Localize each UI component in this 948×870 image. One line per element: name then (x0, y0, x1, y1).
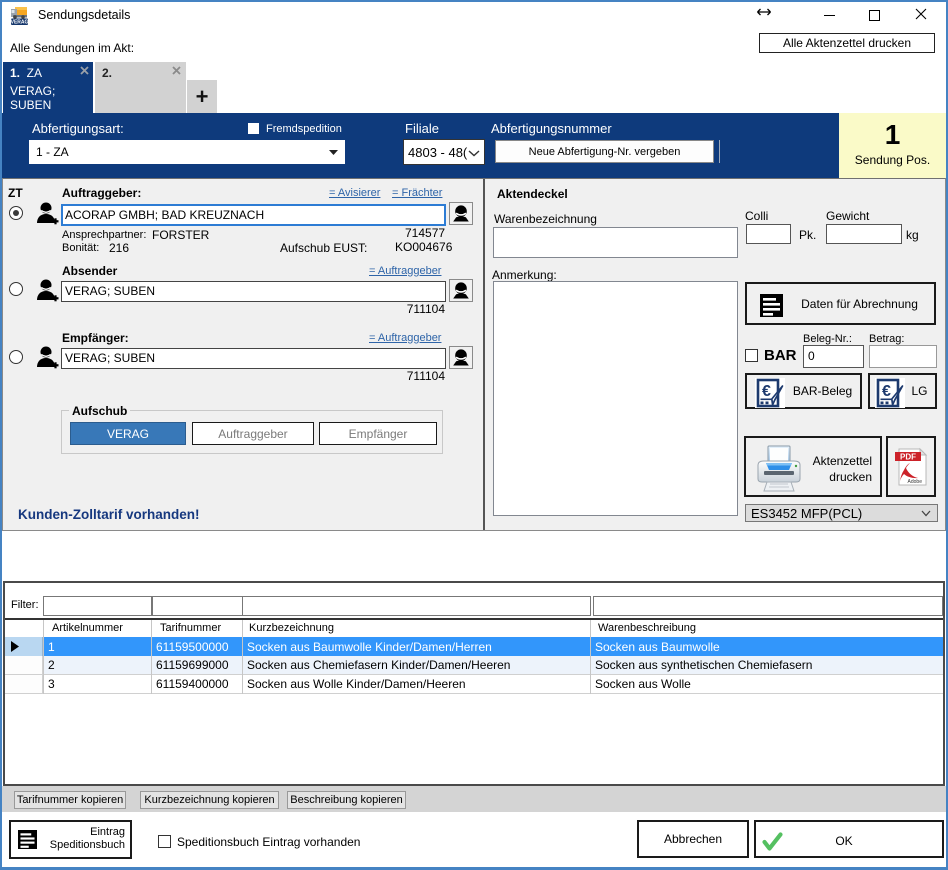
svg-text:€: € (882, 383, 891, 400)
svg-text:Adobe: Adobe (908, 479, 923, 485)
svg-text:VERAG: VERAG (11, 20, 29, 26)
svg-text:€: € (762, 383, 771, 400)
svg-text:PDF: PDF (900, 452, 916, 461)
